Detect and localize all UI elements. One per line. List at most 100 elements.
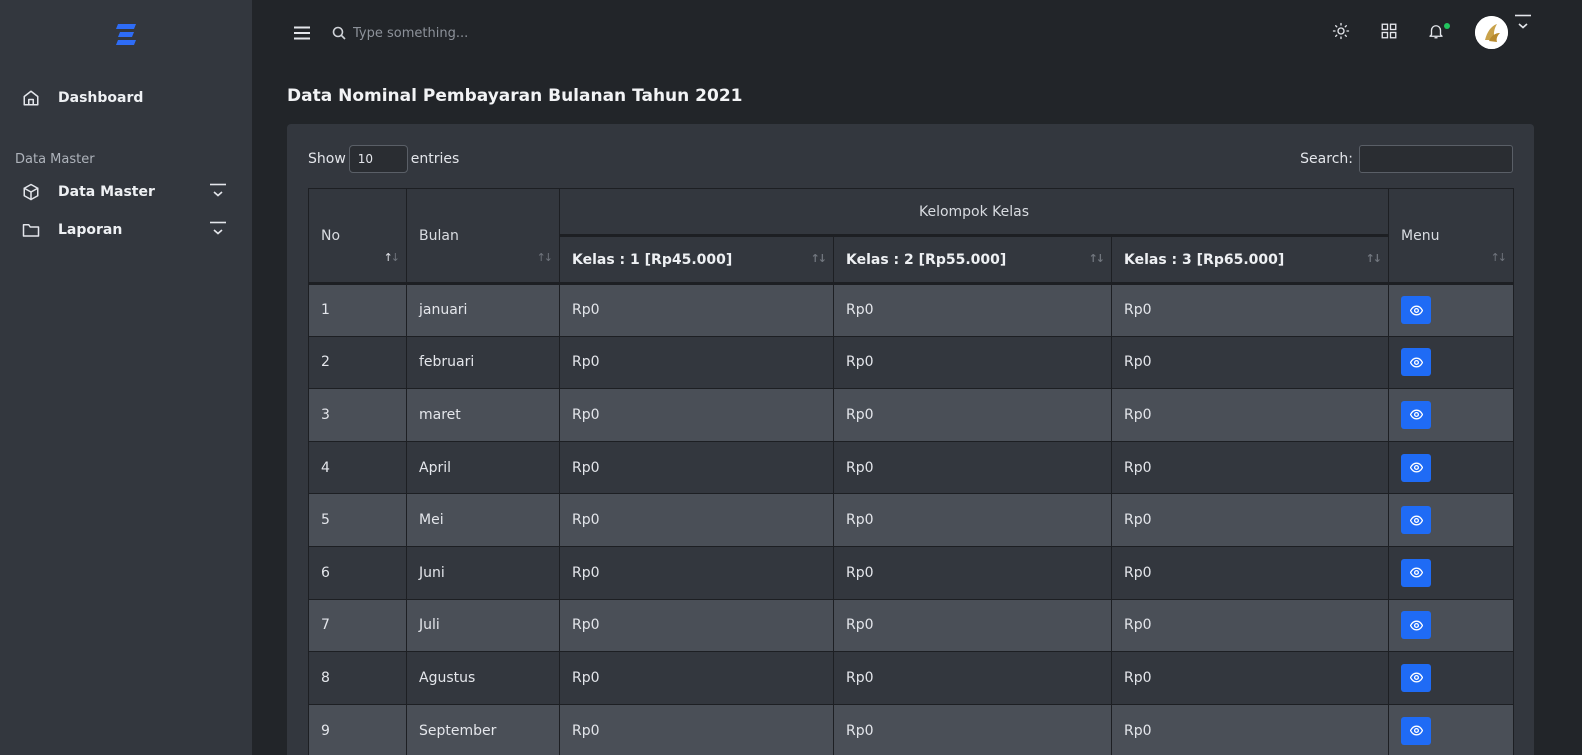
payment-table: No ↑↓ Bulan ↑↓ Kelompok Kelas Menu ↑↓ Ke… xyxy=(308,188,1515,755)
column-header-kelas-1[interactable]: Kelas : 1 [Rp45.000] ↑↓ xyxy=(559,235,834,284)
sort-icon: ↑↓ xyxy=(1365,252,1383,265)
column-header-kelas-2[interactable]: Kelas : 2 [Rp55.000] ↑↓ xyxy=(833,235,1112,284)
sidebar-item-laporan[interactable]: Laporan xyxy=(22,221,122,239)
table-cell-k2: Rp0 xyxy=(833,598,1112,653)
show-label: Show xyxy=(308,151,346,167)
table-row: 9 September Rp0 Rp0 Rp0 xyxy=(308,703,1515,755)
table-cell-no: 3 xyxy=(308,388,407,442)
page-length-select[interactable]: 10 xyxy=(348,145,408,173)
table-cell-k3: Rp0 xyxy=(1110,282,1390,337)
table-cell-k3: Rp0 xyxy=(1110,440,1390,495)
table-cell-k2: Rp0 xyxy=(833,651,1112,705)
table-cell-k2: Rp0 xyxy=(833,282,1112,337)
table-row: 6 Juni Rp0 Rp0 Rp0 xyxy=(308,545,1515,600)
bell-icon[interactable] xyxy=(1427,22,1445,40)
entries-label: entries xyxy=(410,151,460,167)
view-detail-button[interactable] xyxy=(1401,453,1432,482)
table-cell-k2: Rp0 xyxy=(833,335,1112,390)
chevron-down-icon[interactable] xyxy=(1514,14,1532,32)
sun-icon[interactable] xyxy=(1332,22,1350,40)
table-cell-k3: Rp0 xyxy=(1110,545,1390,600)
view-detail-button[interactable] xyxy=(1401,663,1432,692)
table-cell-k3: Rp0 xyxy=(1110,335,1390,390)
table-cell-bulan: Juni xyxy=(406,545,560,600)
brand-logo-icon[interactable] xyxy=(114,22,138,48)
table-cell-menu xyxy=(1388,335,1515,390)
table-row: 8 Agustus Rp0 Rp0 Rp0 xyxy=(308,651,1515,705)
view-detail-button[interactable] xyxy=(1401,296,1432,325)
search-label: Search: xyxy=(1300,151,1353,167)
table-cell-no: 8 xyxy=(308,651,407,705)
table-cell-k2: Rp0 xyxy=(833,440,1112,495)
column-header-menu[interactable]: Menu ↑↓ xyxy=(1388,188,1515,284)
table-cell-bulan: Mei xyxy=(406,493,560,547)
table-cell-k1: Rp0 xyxy=(559,545,834,600)
table-cell-k3: Rp0 xyxy=(1110,388,1390,442)
page-length-control: Show 10 entries xyxy=(308,145,459,173)
table-cell-k1: Rp0 xyxy=(559,335,834,390)
table-row: 3 maret Rp0 Rp0 Rp0 xyxy=(308,388,1515,442)
table-cell-no: 6 xyxy=(308,545,407,600)
column-header-label: Bulan xyxy=(419,227,459,244)
table-cell-k1: Rp0 xyxy=(559,388,834,442)
table-cell-menu xyxy=(1388,598,1515,653)
sort-icon: ↑↓ xyxy=(1490,251,1508,264)
column-header-label: No xyxy=(321,227,341,244)
eye-icon xyxy=(1409,672,1423,683)
column-header-kelas-3[interactable]: Kelas : 3 [Rp65.000] ↑↓ xyxy=(1110,235,1390,284)
view-detail-button[interactable] xyxy=(1401,506,1432,535)
sidebar-item-dashboard[interactable]: Dashboard xyxy=(22,89,143,107)
table-cell-menu xyxy=(1388,545,1515,600)
column-header-label: Menu xyxy=(1401,227,1440,244)
table-cell-no: 9 xyxy=(308,703,407,755)
table-cell-k1: Rp0 xyxy=(559,703,834,755)
data-card: Show 10 entries Search: No ↑↓ Bulan ↑↓ K… xyxy=(287,124,1534,755)
table-cell-menu xyxy=(1388,493,1515,547)
column-header-label: Kelas : 1 [Rp45.000] xyxy=(572,251,733,268)
search-input[interactable] xyxy=(353,22,653,44)
view-detail-button[interactable] xyxy=(1401,716,1432,745)
sort-asc-icon: ↑↓ xyxy=(383,251,401,264)
table-row: 2 februari Rp0 Rp0 Rp0 xyxy=(308,335,1515,390)
table-cell-k2: Rp0 xyxy=(833,493,1112,547)
column-header-label: Kelas : 2 [Rp55.000] xyxy=(846,251,1007,268)
table-cell-bulan: September xyxy=(406,703,560,755)
folder-icon xyxy=(22,224,40,237)
avatar[interactable] xyxy=(1475,16,1508,49)
sidebar-item-label: Laporan xyxy=(58,222,123,238)
sidebar-item-label: Data Master xyxy=(58,184,155,200)
sidebar-item-data-master[interactable]: Data Master xyxy=(22,183,155,201)
view-detail-button[interactable] xyxy=(1401,400,1432,429)
apps-grid-icon[interactable] xyxy=(1380,22,1398,40)
table-cell-k1: Rp0 xyxy=(559,651,834,705)
table-cell-k2: Rp0 xyxy=(833,703,1112,755)
table-cell-bulan: Juli xyxy=(406,598,560,653)
view-detail-button[interactable] xyxy=(1401,558,1432,587)
table-cell-menu xyxy=(1388,282,1515,337)
table-cell-no: 4 xyxy=(308,440,407,495)
eye-icon xyxy=(1409,620,1423,631)
notification-dot xyxy=(1444,23,1450,29)
page-title: Data Nominal Pembayaran Bulanan Tahun 20… xyxy=(287,86,743,106)
column-header-label: Kelas : 3 [Rp65.000] xyxy=(1124,251,1285,268)
column-header-no[interactable]: No ↑↓ xyxy=(308,188,407,284)
eye-icon xyxy=(1409,410,1423,420)
table-search-input[interactable] xyxy=(1359,145,1513,173)
table-cell-k1: Rp0 xyxy=(559,440,834,495)
sort-icon: ↑↓ xyxy=(536,251,554,264)
table-cell-k1: Rp0 xyxy=(559,493,834,547)
eye-icon xyxy=(1409,462,1423,473)
sidebar-item-label: Dashboard xyxy=(58,90,144,106)
chevron-down-icon[interactable] xyxy=(209,183,227,199)
table-cell-bulan: januari xyxy=(406,282,560,337)
table-cell-no: 1 xyxy=(308,282,407,337)
menu-toggle-icon[interactable] xyxy=(293,24,311,42)
table-cell-bulan: februari xyxy=(406,335,560,390)
column-header-bulan[interactable]: Bulan ↑↓ xyxy=(406,188,560,284)
eye-icon xyxy=(1409,305,1423,316)
view-detail-button[interactable] xyxy=(1401,348,1432,377)
view-detail-button[interactable] xyxy=(1401,611,1432,640)
table-cell-menu xyxy=(1388,651,1515,705)
chevron-down-icon[interactable] xyxy=(209,221,227,237)
search-icon xyxy=(332,26,346,40)
